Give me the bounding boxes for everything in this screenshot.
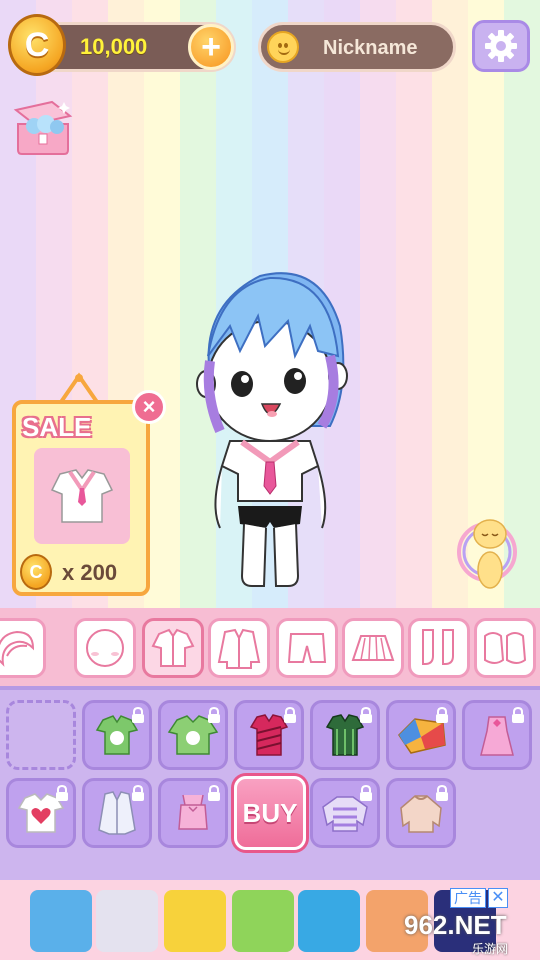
- coin-symbol: C: [24, 25, 50, 64]
- sale-item-shirt[interactable]: [34, 448, 130, 544]
- category-tab-shirt[interactable]: [142, 618, 204, 678]
- ad-game-omnom-icon[interactable]: [298, 890, 360, 952]
- treasure-chest-icon: [13, 100, 73, 155]
- face-icon: [86, 629, 124, 667]
- nickname-label: Nickname: [323, 37, 418, 59]
- lock-icon: [360, 707, 372, 723]
- buy-label: BUY: [242, 797, 298, 828]
- category-tab-hair[interactable]: [0, 618, 46, 678]
- coin-icon: C: [8, 14, 66, 76]
- sale-popup[interactable]: SALE C x 200: [12, 400, 150, 596]
- lock-icon: [436, 785, 448, 801]
- sale-label: SALE: [22, 412, 92, 442]
- plus-icon: +: [201, 28, 221, 66]
- game-stage: C 10,000 + Nickname SALE C x 200 ×: [0, 0, 540, 608]
- item-slot-empty[interactable]: [6, 700, 76, 770]
- item-green-tee-2[interactable]: [158, 700, 228, 770]
- category-tab-face[interactable]: [74, 618, 136, 678]
- ad-game-birds-icon[interactable]: [164, 890, 226, 952]
- item-striped-red-top[interactable]: [234, 700, 304, 770]
- hair-icon: [0, 630, 35, 667]
- lock-icon: [436, 707, 448, 723]
- lock-icon: [208, 785, 220, 801]
- item-white-shirt[interactable]: [82, 778, 152, 848]
- item-pink-dress-top[interactable]: [462, 700, 532, 770]
- item-watermelon-top[interactable]: [310, 700, 380, 770]
- sale-close-button[interactable]: ×: [132, 390, 166, 424]
- item-striped-sweater[interactable]: [310, 778, 380, 848]
- item-heart-tee[interactable]: [6, 778, 76, 848]
- category-tab-shoes[interactable]: [474, 618, 536, 678]
- close-icon: ×: [142, 394, 156, 419]
- watermark-logo: 962.NET 乐游网: [404, 910, 536, 956]
- treasure-chest-button[interactable]: [12, 96, 74, 160]
- lock-icon: [56, 785, 68, 801]
- sale-price: x 200: [62, 560, 118, 585]
- sale-coin-icon: C: [20, 554, 52, 590]
- ad-close-button[interactable]: ✕: [488, 888, 508, 908]
- item-colorblock-top[interactable]: [386, 700, 456, 770]
- lock-icon: [132, 707, 144, 723]
- item-beige-sweater[interactable]: [386, 778, 456, 848]
- category-tab-jacket[interactable]: [208, 618, 270, 678]
- settings-button[interactable]: [472, 20, 530, 72]
- doll-character[interactable]: [190, 266, 360, 596]
- add-coins-button[interactable]: +: [188, 24, 234, 70]
- jacket-icon: [217, 628, 261, 669]
- ad-label: 广告: [450, 888, 486, 908]
- lock-icon: [132, 785, 144, 801]
- category-tab-socks[interactable]: [408, 618, 470, 678]
- shorts-icon: [287, 633, 327, 663]
- category-tab-shorts[interactable]: [276, 618, 338, 678]
- lock-icon: [360, 785, 372, 801]
- buy-button[interactable]: BUY: [234, 776, 306, 850]
- shirt-icon: [151, 628, 195, 667]
- item-pink-camisole[interactable]: [158, 778, 228, 848]
- watermark-subtext: 乐游网: [472, 942, 509, 956]
- ad-game-darts-icon[interactable]: [96, 890, 158, 952]
- gear-icon: [485, 30, 517, 62]
- category-bar: [0, 608, 540, 686]
- category-tab-skirt[interactable]: [342, 618, 404, 678]
- lock-icon: [512, 707, 524, 723]
- ad-game-minecraft-icon[interactable]: [30, 890, 92, 952]
- lock-icon: [284, 707, 296, 723]
- coin-balance: 10,000: [80, 34, 148, 59]
- ad-game-nails-icon[interactable]: [232, 890, 294, 952]
- nickname-bar[interactable]: Nickname: [258, 22, 456, 72]
- sailor-shirt-icon: [50, 469, 114, 523]
- watermark-text: 962.NET: [404, 910, 507, 940]
- skirt-icon: [351, 635, 395, 661]
- lock-icon: [208, 707, 220, 723]
- sale-coin-symbol: C: [29, 561, 43, 582]
- shoes-icon: [484, 632, 527, 664]
- item-green-tee-1[interactable]: [82, 700, 152, 770]
- pet-button[interactable]: [452, 512, 522, 598]
- smiley-icon: [267, 31, 299, 63]
- socks-icon: [422, 629, 454, 665]
